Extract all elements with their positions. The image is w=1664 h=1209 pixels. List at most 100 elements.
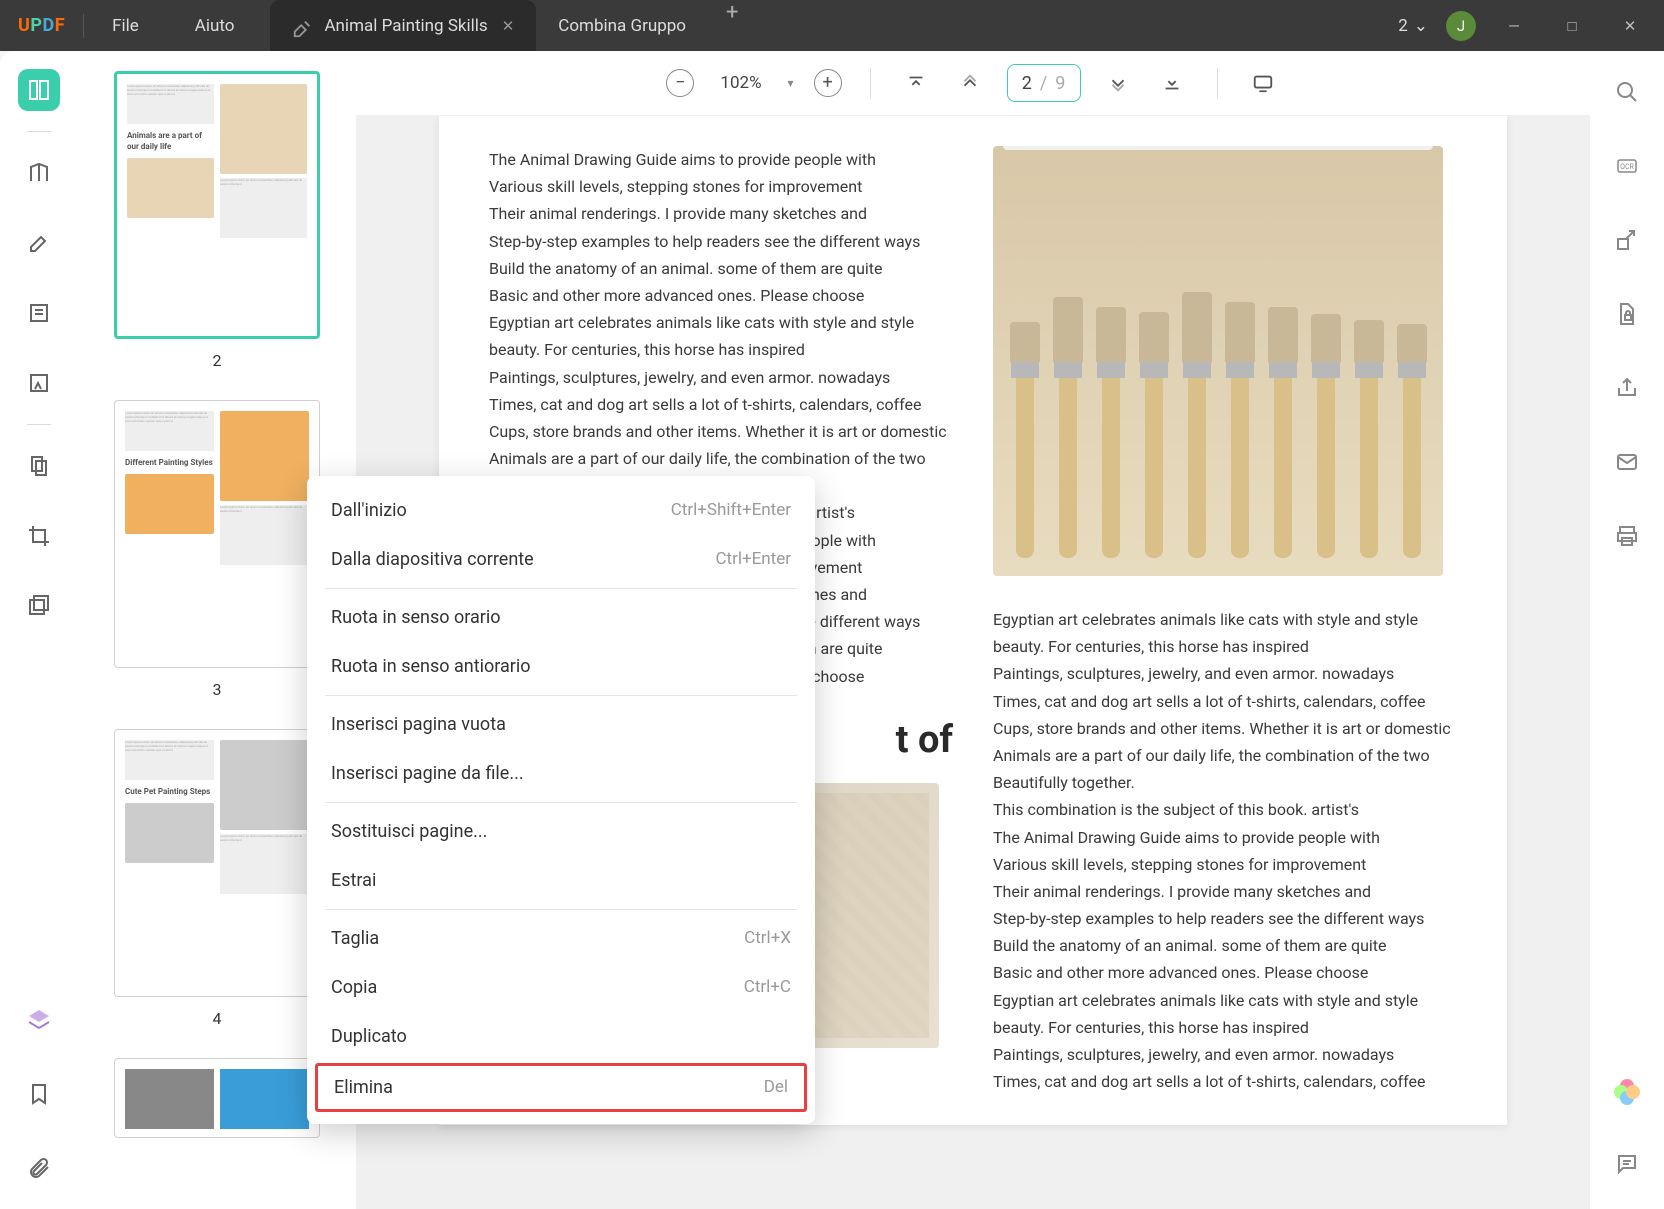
brush-icon: [1352, 320, 1386, 558]
form-tool-button[interactable]: [18, 362, 60, 404]
user-avatar[interactable]: J: [1446, 11, 1476, 41]
minimize-button[interactable]: —: [1494, 11, 1534, 41]
comment-button[interactable]: [1606, 1143, 1648, 1185]
context-menu-item[interactable]: Estrai: [307, 856, 815, 905]
body-text: Paintings, sculptures, jewelry, and even…: [993, 660, 1457, 687]
close-icon[interactable]: ✕: [502, 17, 515, 35]
body-text: Cups, store brands and other items. Whet…: [489, 418, 953, 445]
body-text: Egyptian art celebrates animals like cat…: [489, 309, 953, 336]
last-page-button[interactable]: [1155, 66, 1189, 100]
body-text: Various skill levels, stepping stones fo…: [993, 851, 1457, 878]
thumbnail-page-3[interactable]: Lorem ipsum dolor sit amet consectetur a…: [114, 400, 320, 668]
menu-shortcut: Ctrl+X: [744, 928, 791, 949]
menu-label: Ruota in senso antiorario: [331, 656, 531, 677]
edit-text-tool-button[interactable]: [18, 292, 60, 334]
menu-label: Inserisci pagine da file...: [331, 763, 524, 784]
menu-divider: [325, 802, 797, 803]
context-menu-item[interactable]: Inserisci pagine da file...: [307, 749, 815, 798]
body-text: Build the anatomy of an animal. some of …: [993, 932, 1457, 959]
window-right-controls: 2 ⌄ J — □ ✕: [1398, 11, 1664, 41]
total-pages: 9: [1055, 73, 1065, 94]
menu-file[interactable]: File: [84, 16, 167, 36]
divider: [870, 68, 871, 98]
share-button[interactable]: [1606, 367, 1648, 409]
body-text: The Animal Drawing Guide aims to provide…: [993, 824, 1457, 851]
context-menu-item[interactable]: CopiaCtrl+C: [307, 963, 815, 1012]
divider: [1217, 68, 1218, 98]
ai-assistant-button[interactable]: [1606, 1071, 1648, 1113]
thumbnail-number: 3: [213, 680, 222, 699]
next-page-button[interactable]: [1101, 66, 1135, 100]
divider: [27, 131, 51, 132]
context-menu-item[interactable]: Ruota in senso antiorario: [307, 642, 815, 691]
brush-icon: [1223, 302, 1257, 558]
organize-pages-button[interactable]: [18, 445, 60, 487]
menu-help[interactable]: Aiuto: [167, 16, 263, 36]
thumbnail-page-4[interactable]: Lorem ipsum dolor sit amet consectetur a…: [114, 729, 320, 997]
bookmark-button[interactable]: [18, 1073, 60, 1115]
brush-icon: [1008, 322, 1042, 558]
ocr-button[interactable]: OCR: [1606, 145, 1648, 187]
divider: [27, 424, 51, 425]
first-page-button[interactable]: [899, 66, 933, 100]
attachment-button[interactable]: [18, 1147, 60, 1189]
context-menu-item[interactable]: Dalla diapositiva correnteCtrl+Enter: [307, 535, 815, 584]
zoom-in-button[interactable]: +: [814, 69, 842, 97]
annotate-tool-button[interactable]: [18, 222, 60, 264]
body-text: Times, cat and dog art sells a lot of t-…: [993, 688, 1457, 715]
chevron-down-icon: ⌄: [1414, 16, 1428, 36]
thumbnails-panel-button[interactable]: [18, 69, 60, 111]
convert-button[interactable]: [1606, 219, 1648, 261]
page-number-input[interactable]: 2 / 9: [1007, 64, 1081, 102]
context-menu-item[interactable]: EliminaDel: [315, 1063, 807, 1112]
presentation-button[interactable]: [1246, 66, 1280, 100]
protect-button[interactable]: [1606, 293, 1648, 335]
zoom-out-button[interactable]: −: [666, 69, 694, 97]
body-text: Their animal renderings. I provide many …: [993, 878, 1457, 905]
brushes-image: [993, 146, 1443, 576]
body-text: Basic and other more advanced ones. Plea…: [489, 282, 953, 309]
menu-label: Ruota in senso orario: [331, 607, 501, 628]
context-menu-item[interactable]: Ruota in senso orario: [307, 593, 815, 642]
new-tab-button[interactable]: +: [708, 0, 756, 51]
close-window-button[interactable]: ✕: [1610, 11, 1650, 41]
body-text: Build the anatomy of an animal. some of …: [489, 255, 953, 282]
body-text: Animals are a part of our daily life, th…: [489, 445, 953, 472]
search-button[interactable]: [1606, 71, 1648, 113]
brush-icon: [1395, 324, 1429, 558]
context-menu-item[interactable]: Sostituisci pagine...: [307, 807, 815, 856]
thumbnail-page-2[interactable]: Lorem ipsum dolor sit amet consectetur a…: [114, 71, 320, 339]
menu-divider: [325, 695, 797, 696]
zoom-level: 102%: [714, 73, 767, 93]
layers-button[interactable]: [18, 999, 60, 1041]
brush-icon: [1309, 314, 1343, 558]
email-button[interactable]: [1606, 441, 1648, 483]
thumbnail-number: 4: [213, 1009, 222, 1028]
body-text: beauty. For centuries, this horse has in…: [993, 1014, 1457, 1041]
body-text: Egyptian art celebrates animals like cat…: [993, 987, 1457, 1014]
body-text: Beautifully together.: [993, 769, 1457, 796]
body-text: Various skill levels, stepping stones fo…: [489, 173, 953, 200]
context-menu-item[interactable]: Inserisci pagina vuota: [307, 700, 815, 749]
body-text: Their animal renderings. I provide many …: [489, 200, 953, 227]
page-column-right: Egyptian art celebrates animals like cat…: [993, 146, 1457, 1095]
menu-label: Dalla diapositiva corrente: [331, 549, 534, 570]
prev-page-button[interactable]: [953, 66, 987, 100]
menu-label: Elimina: [334, 1077, 393, 1098]
tab-label: Combina Gruppo: [558, 16, 686, 36]
menu-divider: [325, 588, 797, 589]
crop-tool-button[interactable]: [18, 515, 60, 557]
context-menu-item[interactable]: Dall'inizioCtrl+Shift+Enter: [307, 486, 815, 535]
context-menu-item[interactable]: Duplicato: [307, 1012, 815, 1061]
titlebar: UPDF File Aiuto Animal Painting Skills ✕…: [0, 0, 1664, 51]
context-menu-item[interactable]: TagliaCtrl+X: [307, 914, 815, 963]
reader-tool-button[interactable]: [18, 152, 60, 194]
print-button[interactable]: [1606, 515, 1648, 557]
tab-combina-gruppo[interactable]: Combina Gruppo: [536, 0, 708, 51]
tab-animal-painting[interactable]: Animal Painting Skills ✕: [270, 0, 536, 51]
window-count[interactable]: 2 ⌄: [1398, 16, 1428, 36]
zoom-dropdown[interactable]: ▾: [788, 76, 794, 90]
redact-tool-button[interactable]: [18, 585, 60, 627]
thumbnail-page-5[interactable]: [114, 1058, 320, 1138]
maximize-button[interactable]: □: [1552, 11, 1592, 41]
